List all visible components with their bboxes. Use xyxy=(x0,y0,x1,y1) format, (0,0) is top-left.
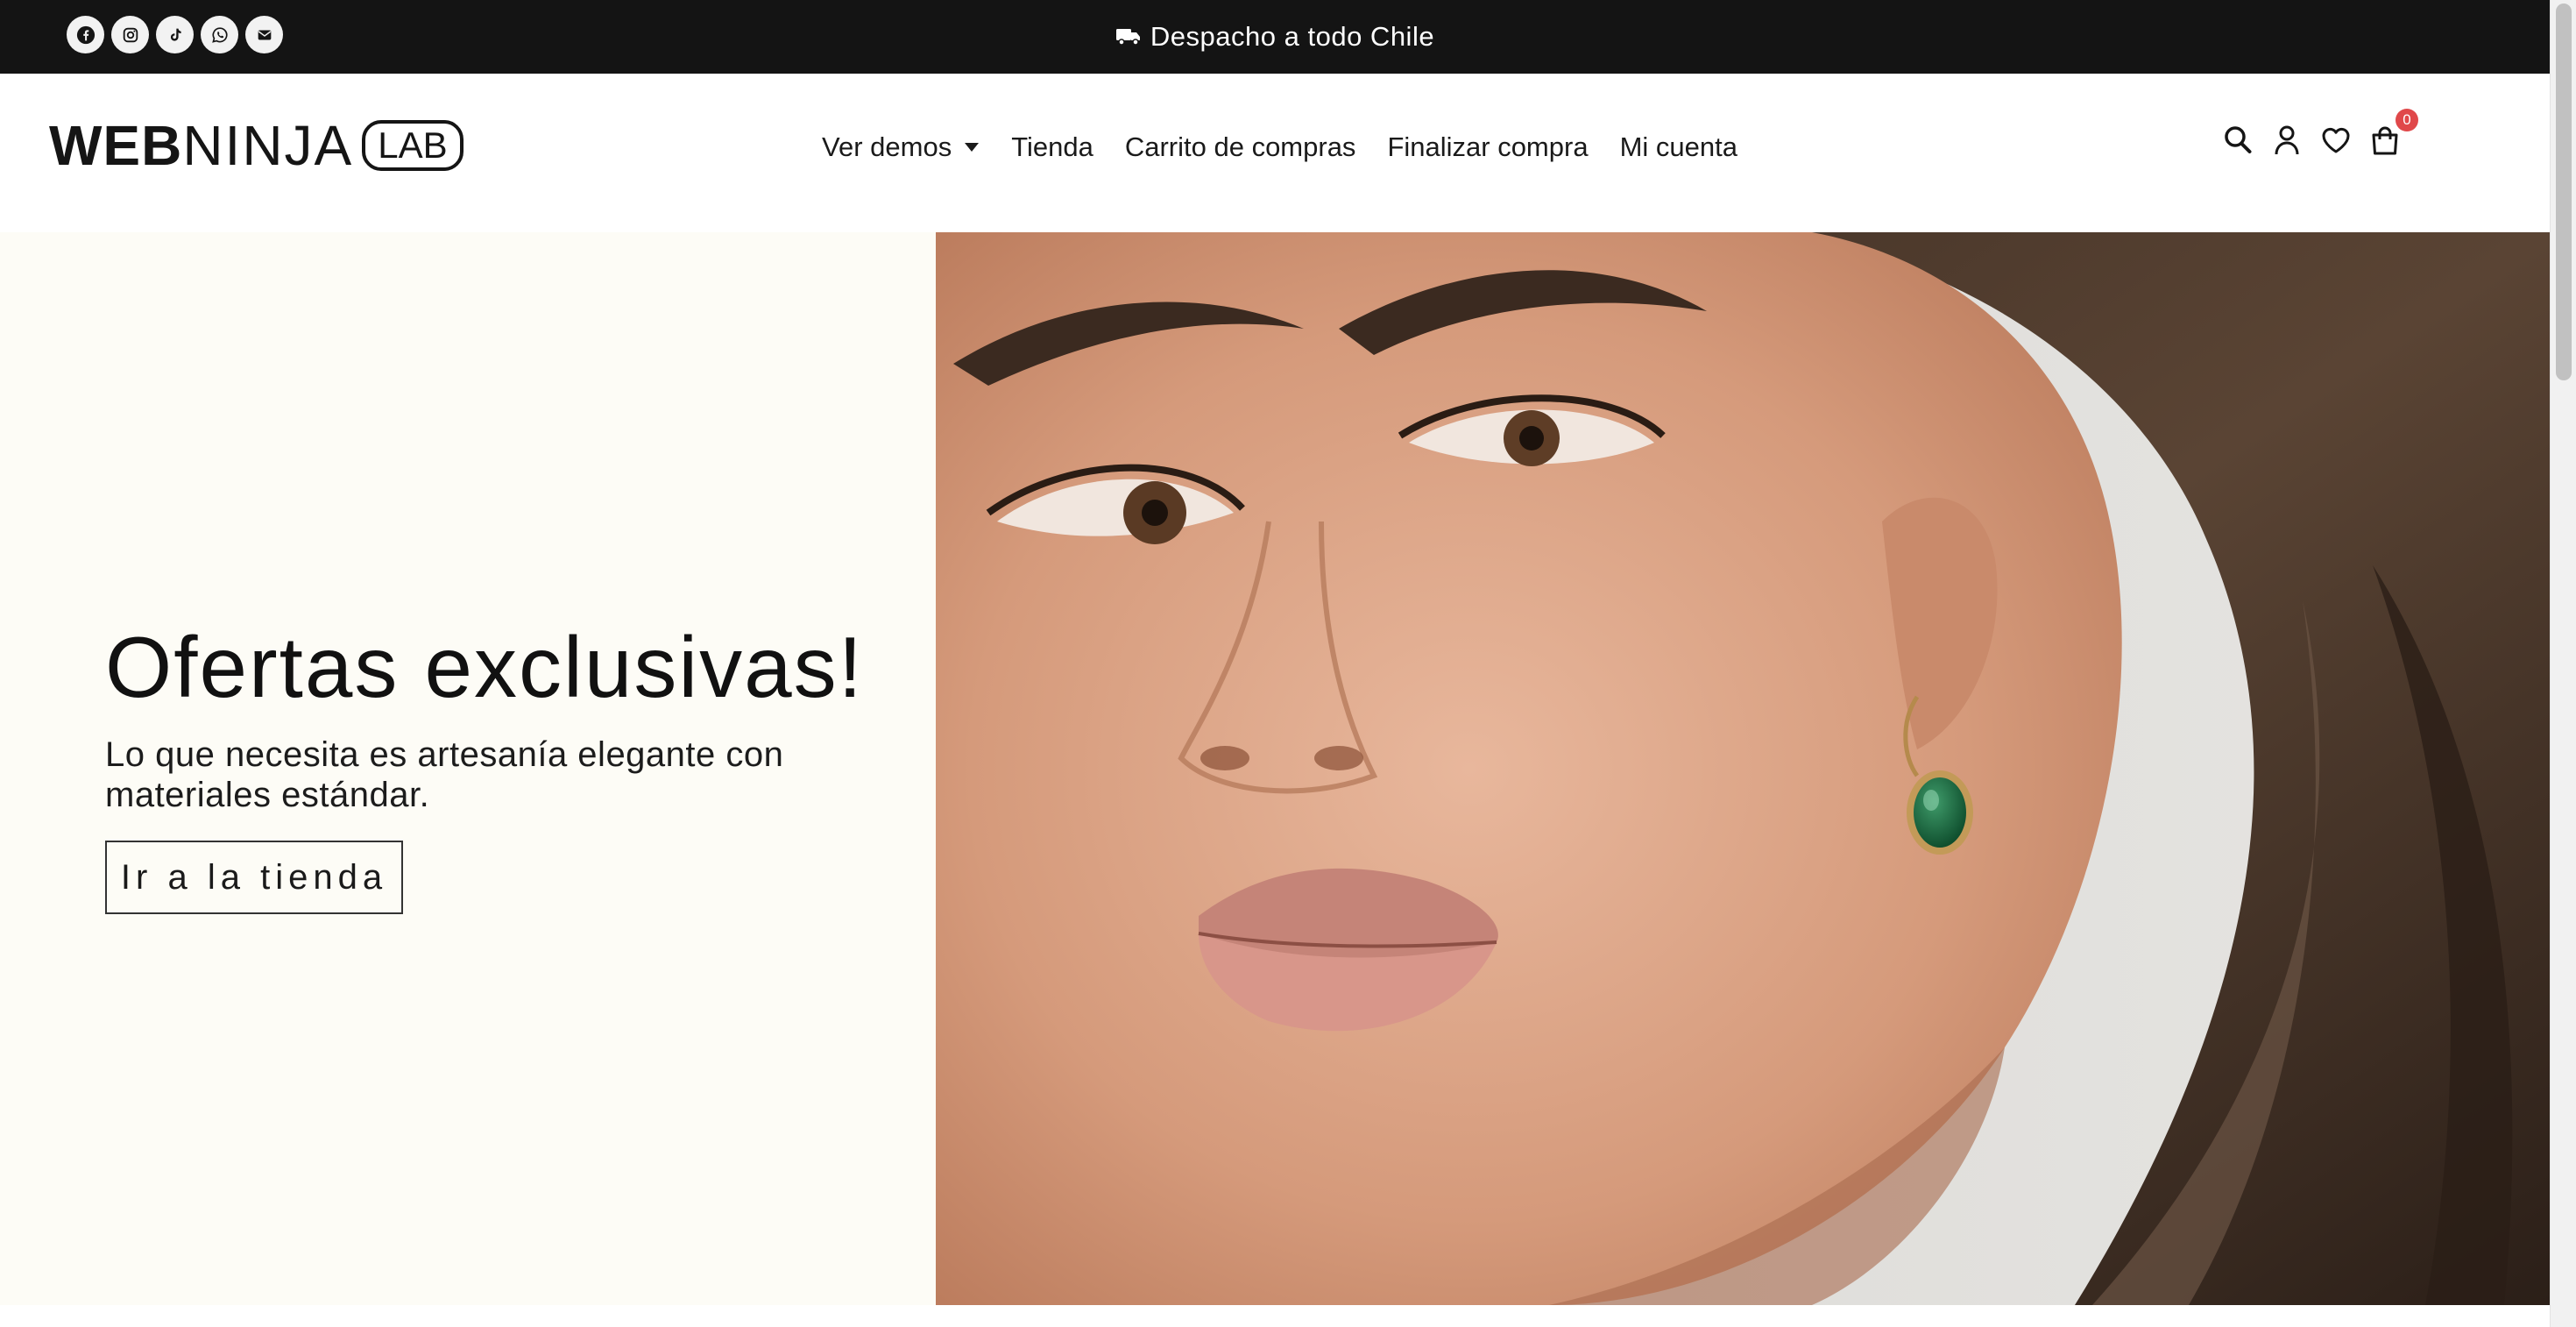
nav-item-tienda[interactable]: Tienda xyxy=(1011,131,1093,163)
nav-item-label: Mi cuenta xyxy=(1619,131,1737,162)
cart-icon xyxy=(2372,126,2398,155)
shop-now-button[interactable]: Ir a la tienda xyxy=(105,841,403,914)
logo-text-web: WEB xyxy=(49,114,183,177)
nav-item-label: Ver demos xyxy=(822,131,952,162)
hero-content-panel: Ofertas exclusivas! Lo que necesita es a… xyxy=(0,232,936,1305)
cart-count-badge: 0 xyxy=(2396,109,2418,131)
wishlist-icon xyxy=(2322,127,2350,153)
logo-text-ninja: NINJA xyxy=(182,114,354,177)
top-bar: Despacho a todo Chile xyxy=(0,0,2550,74)
announcement-text: Despacho a todo Chile xyxy=(1150,21,1435,52)
model-portrait-illustration xyxy=(936,232,2550,1305)
wishlist-button[interactable] xyxy=(2320,123,2352,158)
search-icon xyxy=(2225,126,2252,153)
header-icons: 0 xyxy=(2222,109,2418,158)
main-nav: Ver demos Tienda Carrito de compras Fina… xyxy=(822,126,1737,168)
hero-image xyxy=(936,232,2550,1305)
nav-item-ver-demos[interactable]: Ver demos xyxy=(822,131,980,163)
hero-section: Ofertas exclusivas! Lo que necesita es a… xyxy=(0,232,2550,1305)
nav-item-label: Finalizar compra xyxy=(1387,131,1589,162)
nav-item-finalizar-compra[interactable]: Finalizar compra xyxy=(1387,131,1588,163)
cart-button[interactable]: 0 xyxy=(2369,109,2418,158)
nav-item-label: Carrito de compras xyxy=(1124,131,1356,162)
caret-down-icon xyxy=(965,143,980,152)
hero-subtitle: Lo que necesita es artesanía elegante co… xyxy=(105,735,784,814)
hero-title: Ofertas exclusivas! xyxy=(105,619,864,715)
logo-badge-lab: LAB xyxy=(362,119,464,172)
scrollbar-thumb[interactable] xyxy=(2556,4,2572,380)
site-header: WEB NINJA LAB Ver demos Tienda Carrito d… xyxy=(0,74,2550,232)
announcement-bar: Despacho a todo Chile xyxy=(0,0,2550,74)
search-button[interactable] xyxy=(2222,123,2254,158)
nav-item-label: Tienda xyxy=(1011,131,1093,162)
nav-item-carrito[interactable]: Carrito de compras xyxy=(1125,131,1356,163)
nav-item-mi-cuenta[interactable]: Mi cuenta xyxy=(1620,131,1737,163)
page-scrollbar[interactable] xyxy=(2550,0,2576,1327)
truck-icon xyxy=(1115,29,1140,46)
account-icon xyxy=(2275,125,2299,155)
site-logo[interactable]: WEB NINJA LAB xyxy=(49,117,464,174)
account-button[interactable] xyxy=(2271,123,2303,158)
